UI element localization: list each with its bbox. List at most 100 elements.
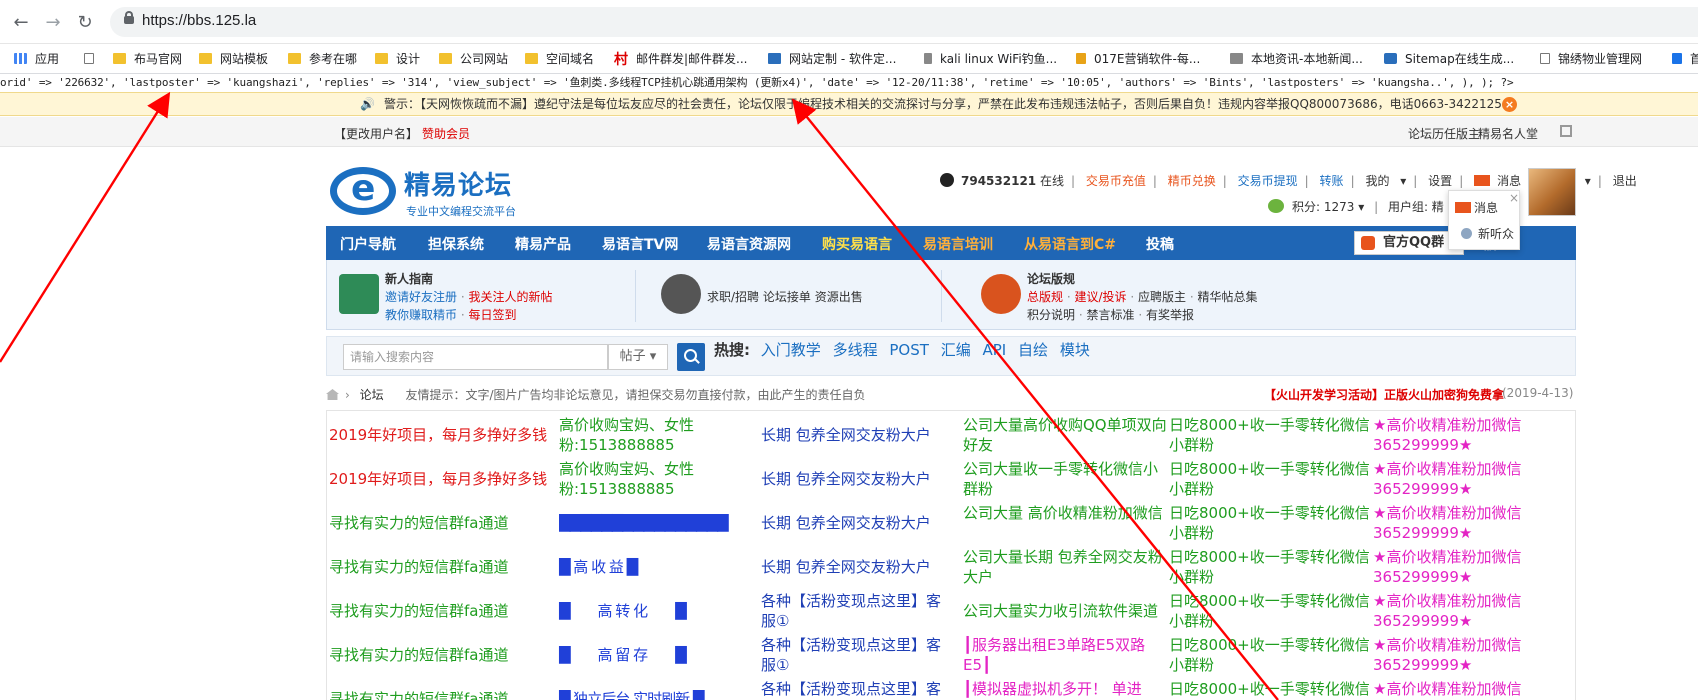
- mute-rules-link[interactable]: 禁言标准: [1087, 308, 1135, 322]
- hot-word[interactable]: POST: [889, 341, 929, 359]
- ad-link[interactable]: 日吃8000+收一手零转化微信小群粉: [1169, 591, 1374, 631]
- activity-link[interactable]: 【火山开发学习活动】正版火山加密狗免费拿: [1264, 386, 1504, 403]
- ad-link[interactable]: ★高价收精准粉加微信365299999★: [1373, 635, 1573, 675]
- bookmark-page[interactable]: [84, 51, 102, 67]
- ad-link[interactable]: █ 独立后台 实时刷新 █: [559, 689, 734, 700]
- search-button[interactable]: [677, 343, 705, 371]
- nav-portal[interactable]: 门户导航: [340, 234, 396, 254]
- jobs-link[interactable]: 求职/招聘: [707, 290, 759, 304]
- bookmark-folder[interactable]: 设计: [375, 51, 420, 67]
- bookmark-folder[interactable]: 空间域名: [525, 51, 594, 67]
- ad-link[interactable]: ★高价收精准粉加微信365299999★: [1373, 459, 1573, 499]
- logout-link[interactable]: 退出: [1613, 174, 1637, 188]
- ad-link[interactable]: 日吃8000+收一手零转化微信小群粉: [1169, 415, 1374, 455]
- hot-word[interactable]: 汇编: [941, 341, 971, 359]
- bookmark-apps[interactable]: 应用: [14, 51, 59, 67]
- site-logo[interactable]: 精易论坛 专业中文编程交流平台: [330, 165, 530, 221]
- ad-link[interactable]: 寻找有实力的短信群fa通道: [329, 689, 559, 700]
- ad-link[interactable]: ★高价收精准粉加微信365299999★: [1373, 503, 1573, 543]
- bookmark-windows[interactable]: 首: [1672, 51, 1698, 67]
- transfer-link[interactable]: 转账: [1320, 174, 1344, 188]
- avatar[interactable]: [1528, 168, 1576, 216]
- feedback-link[interactable]: 建议/投诉: [1075, 290, 1127, 304]
- ad-link[interactable]: 寻找有实力的短信群fa通道: [329, 557, 559, 577]
- bookmark-folder[interactable]: 参考在哪: [288, 51, 357, 67]
- ad-link[interactable]: 2019年好项目，每月多挣好多钱: [329, 469, 559, 489]
- ad-link[interactable]: ★高价收精准粉加微信365299999★: [1373, 415, 1573, 455]
- ad-link[interactable]: 长期 包养全网交友粉大户: [761, 557, 951, 577]
- hot-word[interactable]: 入门教学: [761, 341, 821, 359]
- nav-resources[interactable]: 易语言资源网: [707, 234, 791, 254]
- change-username-link[interactable]: 【更改用户名】: [334, 125, 418, 142]
- home-icon[interactable]: [326, 389, 339, 400]
- bookmark-017e[interactable]: 017E营销软件-每...: [1076, 51, 1200, 67]
- ad-link[interactable]: 日吃8000+收一手零转化微信小群粉: [1169, 459, 1374, 499]
- hot-word[interactable]: 模块: [1060, 341, 1090, 359]
- sponsor-member-link[interactable]: 赞助会员: [422, 125, 470, 142]
- bookmark-folder[interactable]: 网站模板: [199, 51, 268, 67]
- ad-link[interactable]: ★高价收精准粉加微信365299999★: [1373, 679, 1573, 700]
- messages-link[interactable]: 消息: [1474, 174, 1528, 188]
- exchange-link[interactable]: 精币兑换: [1168, 174, 1216, 188]
- resource-sale-link[interactable]: 资源出售: [815, 290, 863, 304]
- nav-submit[interactable]: 投稿: [1146, 234, 1174, 254]
- ad-link[interactable]: 高价收购宝妈、女性粉:1513888885: [559, 459, 734, 499]
- ad-link[interactable]: █ 高 收 益 █: [559, 557, 734, 577]
- settings-link[interactable]: 设置: [1428, 174, 1452, 188]
- address-bar[interactable]: [110, 7, 1698, 37]
- breadcrumb-forum[interactable]: 论坛: [360, 388, 384, 402]
- nav-guarantee[interactable]: 担保系统: [428, 234, 484, 254]
- daily-signin-link[interactable]: 每日签到: [469, 308, 517, 322]
- nav-csharp[interactable]: 从易语言到C#: [1024, 234, 1116, 254]
- ad-link[interactable]: 日吃8000+收一手零转化微信小群粉: [1169, 679, 1374, 700]
- ad-link[interactable]: ┃服务器出租E3单路E5双路E5┃: [963, 635, 1169, 675]
- orders-link[interactable]: 论坛接单: [763, 290, 811, 304]
- url-text[interactable]: https://bbs.125.la: [142, 12, 256, 29]
- ad-link[interactable]: 各种【活粉变现点这里】客服①: [761, 591, 951, 631]
- ad-link[interactable]: 寻找有实力的短信群fa通道: [329, 601, 559, 621]
- ad-link[interactable]: ★高价收精准粉加微信365299999★: [1373, 591, 1573, 631]
- ad-link[interactable]: 寻找有实力的短信群fa通道: [329, 645, 559, 665]
- report-link[interactable]: 有奖举报: [1146, 308, 1194, 322]
- hall-of-fame-link[interactable]: 精易名人堂: [1478, 125, 1538, 142]
- ad-link[interactable]: 2019年好项目，每月多挣好多钱: [329, 425, 559, 445]
- ad-link[interactable]: 长期 包养全网交友粉大户: [761, 469, 951, 489]
- back-arrow-icon[interactable]: ←: [10, 12, 32, 34]
- withdraw-link[interactable]: 交易币提现: [1238, 174, 1298, 188]
- ad-link[interactable]: 寻找有实力的短信群fa通道: [329, 513, 559, 533]
- bookmark-kali[interactable]: kali linux WiFi钓鱼...: [924, 51, 1057, 67]
- ad-link[interactable]: 日吃8000+收一手零转化微信小群粉: [1169, 503, 1374, 543]
- close-icon[interactable]: ×: [1502, 97, 1517, 112]
- fullscreen-icon[interactable]: [1560, 125, 1572, 137]
- recharge-link[interactable]: 交易币充值: [1086, 174, 1146, 188]
- ad-link[interactable]: █ 高 留 存 █: [559, 645, 734, 665]
- invite-link[interactable]: 邀请好友注册: [385, 290, 457, 304]
- search-scope-select[interactable]: 帖子 ▾: [608, 344, 668, 370]
- ad-link[interactable]: 长期 包养全网交友粉大户: [761, 425, 951, 445]
- ad-link[interactable]: 公司大量 高价收精准粉加微信: [963, 503, 1169, 523]
- reload-icon[interactable]: ↻: [74, 12, 96, 34]
- ad-link[interactable]: █ 高 转 化 █: [559, 601, 734, 621]
- general-rules-link[interactable]: 总版规: [1027, 290, 1063, 304]
- ad-link[interactable]: 公司大量高价收购QQ单项双向好友: [963, 415, 1169, 455]
- ad-link[interactable]: 日吃8000+收一手零转化微信小群粉: [1169, 547, 1374, 587]
- ad-link[interactable]: 日吃8000+收一手零转化微信小群粉: [1169, 635, 1374, 675]
- ad-link[interactable]: ┃模拟器虚拟机多开！ 单进: [963, 679, 1169, 699]
- bookmark-folder[interactable]: 公司网站: [439, 51, 508, 67]
- ad-link[interactable]: 公司大量长期 包养全网交友粉大户: [963, 547, 1169, 587]
- points-text[interactable]: 积分: 1273: [1292, 200, 1354, 214]
- digest-link[interactable]: 精华帖总集: [1198, 290, 1258, 304]
- bookmark-mail[interactable]: 村邮件群发|邮件群发...: [614, 51, 748, 68]
- history-moderators-link[interactable]: 论坛历任版主: [1408, 125, 1480, 142]
- bookmark-folder[interactable]: 布马官网: [113, 51, 182, 67]
- ad-link[interactable]: 长期 包养全网交友粉大户: [761, 513, 951, 533]
- dropdown-messages[interactable]: 消息: [1455, 199, 1498, 216]
- nav-training[interactable]: 易语言培训: [923, 234, 993, 254]
- ad-link[interactable]: ████████████████: [559, 513, 734, 533]
- forward-arrow-icon[interactable]: →: [42, 12, 64, 34]
- nav-products[interactable]: 精易产品: [515, 234, 571, 254]
- followed-posts-link[interactable]: 我关注人的新帖: [469, 290, 553, 304]
- ad-link[interactable]: 高价收购宝妈、女性粉:1513888885: [559, 415, 734, 455]
- ad-link[interactable]: 各种【活粉变现点这里】客服①: [761, 679, 951, 700]
- bookmark-custom[interactable]: 网站定制 - 软件定...: [768, 51, 896, 67]
